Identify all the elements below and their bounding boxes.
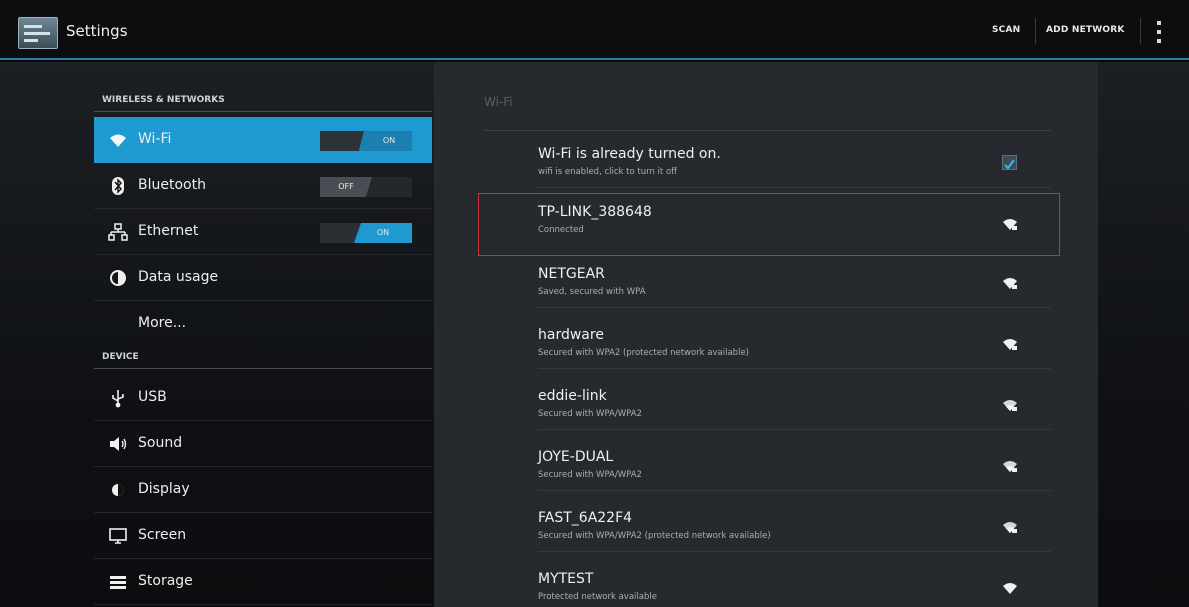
- sidebar-item-sound[interactable]: Sound: [94, 421, 432, 467]
- network-status: Saved, secured with WPA: [538, 287, 646, 297]
- network-status: Secured with WPA/WPA2 (protected network…: [538, 531, 771, 541]
- wifi-enable-row[interactable]: Wi-Fi is already turned on. wifi is enab…: [538, 138, 1051, 188]
- data-usage-icon: [108, 268, 128, 288]
- toggle-state: ON: [382, 136, 396, 145]
- sound-icon: [108, 434, 128, 454]
- wifi-signal-locked-icon: [1003, 278, 1017, 289]
- sidebar-item-ethernet[interactable]: Ethernet ON: [94, 209, 432, 255]
- sidebar-item-label: Data usage: [138, 269, 219, 285]
- sidebar-item-label: Ethernet: [138, 223, 199, 239]
- usb-icon: [108, 388, 128, 408]
- settings-app-icon[interactable]: [18, 17, 58, 49]
- sidebar-item-label: Sound: [138, 435, 183, 451]
- network-ssid: FAST_6A22F4: [538, 510, 633, 526]
- sidebar-item-more[interactable]: More...: [94, 301, 432, 343]
- sidebar-item-label: Screen: [138, 527, 187, 543]
- sidebar-item-display[interactable]: Display: [94, 467, 432, 513]
- sidebar-item-screen[interactable]: Screen: [94, 513, 432, 559]
- wifi-enable-title: Wi-Fi is already turned on.: [538, 146, 721, 162]
- ethernet-toggle[interactable]: ON: [320, 223, 412, 243]
- network-status: Secured with WPA/WPA2: [538, 409, 642, 419]
- network-ssid: eddie-link: [538, 388, 607, 404]
- network-ssid: NETGEAR: [538, 266, 605, 282]
- network-status: Secured with WPA/WPA2: [538, 470, 642, 480]
- toggle-state: OFF: [320, 177, 372, 197]
- toggle-off-side: [320, 131, 364, 151]
- sidebar-item-label: Storage: [138, 573, 193, 589]
- wifi-enable-summary: wifi is enabled, click to turn it off: [538, 167, 678, 177]
- wifi-enable-checkbox[interactable]: [1002, 155, 1017, 170]
- action-divider: [1140, 18, 1141, 44]
- network-status: Protected network available: [538, 592, 657, 602]
- wifi-signal-locked-icon: [1003, 400, 1017, 411]
- heading-divider: [484, 130, 1051, 131]
- sidebar-item-label: Wi-Fi: [138, 131, 172, 147]
- display-brightness-icon: [108, 480, 128, 500]
- wifi-signal-locked-icon: [1003, 339, 1017, 350]
- sidebar-item-data-usage[interactable]: Data usage: [94, 255, 432, 301]
- settings-content: WIRELESS & NETWORKS Wi-Fi ON Bluetooth O…: [0, 62, 1189, 607]
- network-ssid: TP-LINK_388648: [538, 204, 652, 220]
- checkmark-icon: [1004, 159, 1015, 170]
- storage-icon: [108, 572, 128, 592]
- network-row[interactable]: TP-LINK_388648 Connected: [538, 196, 1051, 252]
- section-header-wireless: WIRELESS & NETWORKS: [94, 88, 432, 112]
- wifi-toggle[interactable]: ON: [320, 131, 412, 151]
- sidebar-item-bluetooth[interactable]: Bluetooth OFF: [94, 163, 432, 209]
- wifi-signal-locked-icon: [1003, 219, 1017, 230]
- wifi-panel: Wi-Fi Wi-Fi is already turned on. wifi i…: [434, 62, 1098, 607]
- sidebar-item-usb[interactable]: USB: [94, 375, 432, 421]
- bluetooth-icon: [108, 176, 128, 196]
- screen-icon: [108, 526, 128, 546]
- ethernet-icon: [108, 222, 128, 242]
- network-ssid: MYTEST: [538, 571, 594, 587]
- network-ssid: JOYE-DUAL: [538, 449, 614, 465]
- network-row[interactable]: MYTEST Protected network available: [538, 563, 1051, 607]
- overflow-menu-icon[interactable]: [1153, 18, 1165, 46]
- action-divider: [1035, 18, 1036, 44]
- action-bar: Settings SCAN ADD NETWORK: [0, 0, 1189, 60]
- wifi-signal-locked-icon: [1003, 461, 1017, 472]
- network-row[interactable]: JOYE-DUAL Secured with WPA/WPA2: [538, 441, 1051, 491]
- sidebar-item-label: More...: [138, 315, 187, 331]
- sidebar-item-label: USB: [138, 389, 167, 405]
- network-ssid: hardware: [538, 327, 604, 343]
- wifi-signal-locked-icon: [1003, 522, 1017, 533]
- sidebar-item-wifi[interactable]: Wi-Fi ON: [94, 117, 432, 163]
- bluetooth-toggle[interactable]: OFF: [320, 177, 412, 197]
- settings-sidebar: WIRELESS & NETWORKS Wi-Fi ON Bluetooth O…: [94, 62, 432, 607]
- network-row[interactable]: FAST_6A22F4 Secured with WPA/WPA2 (prote…: [538, 502, 1051, 552]
- network-row[interactable]: eddie-link Secured with WPA/WPA2: [538, 380, 1051, 430]
- sidebar-item-label: Bluetooth: [138, 177, 206, 193]
- sidebar-item-label: Display: [138, 481, 190, 497]
- network-status: Secured with WPA2 (protected network ava…: [538, 348, 749, 358]
- network-status: Connected: [538, 225, 584, 235]
- section-header-device: DEVICE: [94, 345, 432, 369]
- network-row[interactable]: hardware Secured with WPA2 (protected ne…: [538, 319, 1051, 369]
- toggle-state: ON: [354, 223, 412, 243]
- app-title: Settings: [66, 22, 128, 40]
- wifi-icon: [108, 130, 128, 150]
- panel-heading: Wi-Fi: [484, 95, 513, 109]
- network-row[interactable]: NETGEAR Saved, secured with WPA: [538, 258, 1051, 308]
- scan-button[interactable]: SCAN: [992, 25, 1020, 35]
- wifi-signal-icon: [1003, 583, 1017, 594]
- sidebar-item-storage[interactable]: Storage: [94, 559, 432, 605]
- add-network-button[interactable]: ADD NETWORK: [1046, 25, 1125, 35]
